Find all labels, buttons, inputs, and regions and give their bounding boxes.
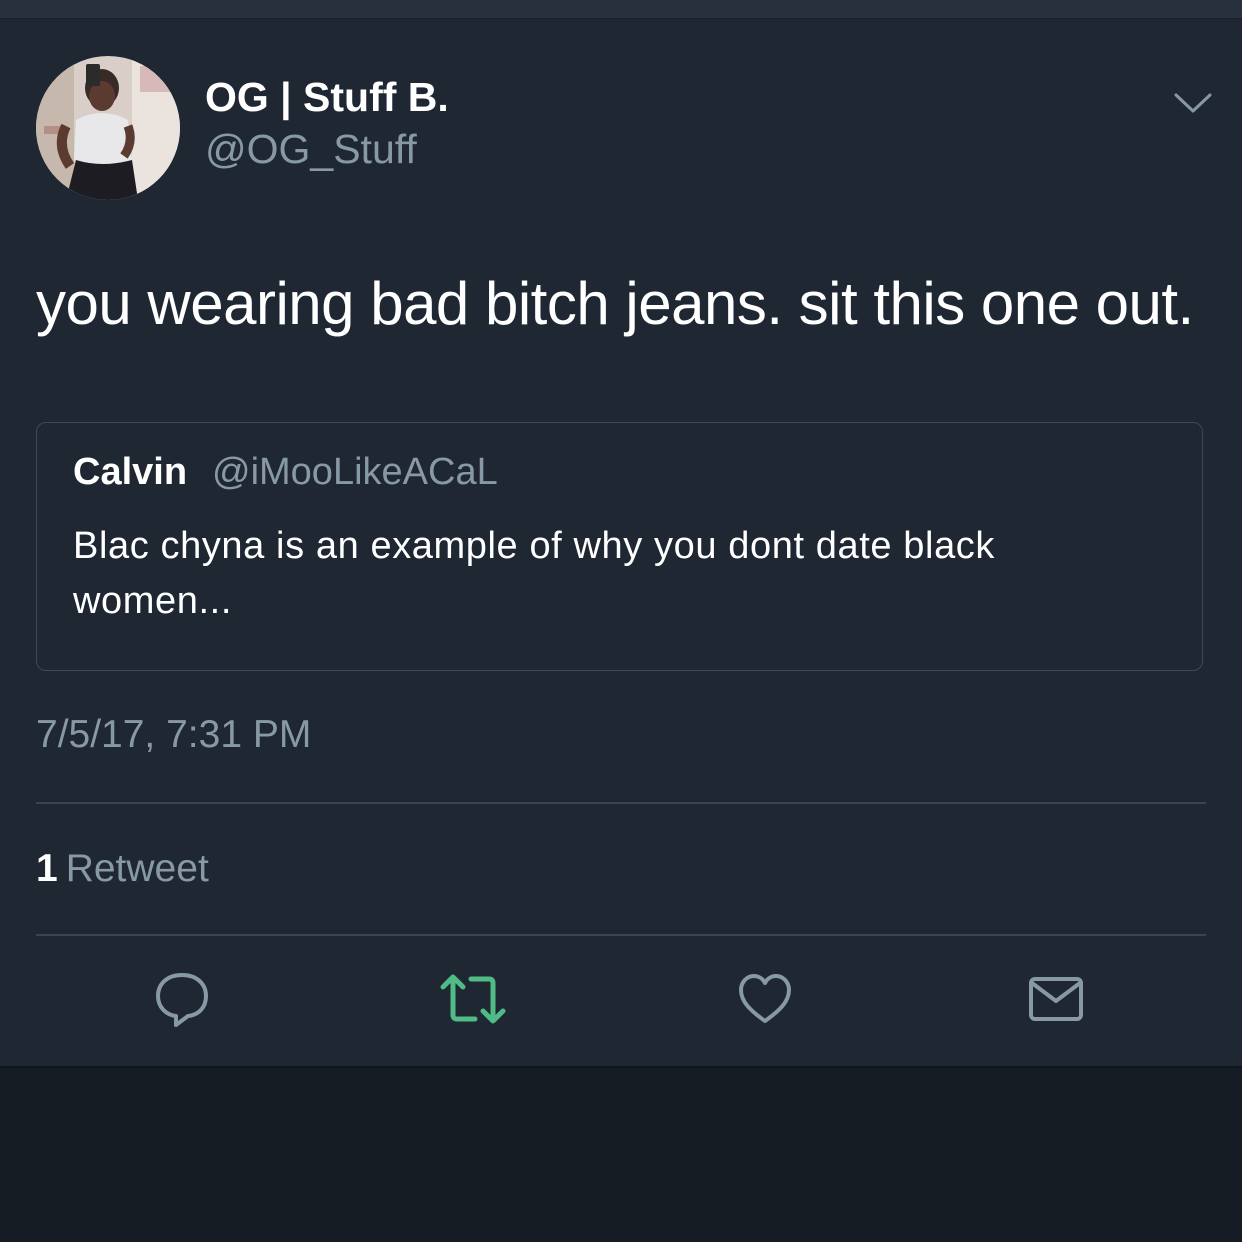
- retweet-count: 1: [36, 847, 58, 890]
- author-avatar[interactable]: [36, 56, 180, 200]
- quoted-tweet-text: Blac chyna is an example of why you dont…: [73, 525, 996, 622]
- retweet-stats[interactable]: 1 Retweet: [36, 847, 209, 891]
- divider: [36, 934, 1206, 936]
- author-handle[interactable]: @OG_Stuff: [205, 126, 417, 173]
- reply-button[interactable]: [150, 969, 214, 1033]
- retweet-label: Retweet: [65, 847, 209, 890]
- tweet-text: you wearing bad bitch jeans. sit this on…: [36, 270, 1194, 337]
- like-button[interactable]: [733, 969, 797, 1033]
- empty-area: [0, 1068, 1242, 1242]
- author-display-name[interactable]: OG | Stuff B.: [205, 74, 449, 121]
- tweet-detail: OG | Stuff B. @OG_Stuff you wearing bad …: [0, 19, 1242, 1068]
- reply-icon: [152, 969, 212, 1034]
- chevron-down-icon[interactable]: [1170, 87, 1216, 117]
- direct-message-button[interactable]: [1024, 969, 1088, 1033]
- direct-message-icon: [1026, 969, 1086, 1034]
- quoted-author-name: Calvin: [73, 451, 188, 493]
- top-bar: [0, 0, 1242, 19]
- like-icon: [735, 969, 795, 1034]
- retweet-icon: [439, 969, 507, 1034]
- quoted-tweet[interactable]: Calvin @iMooLikeACaL Blac chyna is an ex…: [36, 422, 1203, 671]
- retweet-button[interactable]: [439, 969, 507, 1034]
- quoted-author-handle: @iMooLikeACaL: [212, 451, 498, 493]
- divider: [36, 802, 1206, 804]
- tweet-timestamp: 7/5/17, 7:31 PM: [36, 713, 312, 756]
